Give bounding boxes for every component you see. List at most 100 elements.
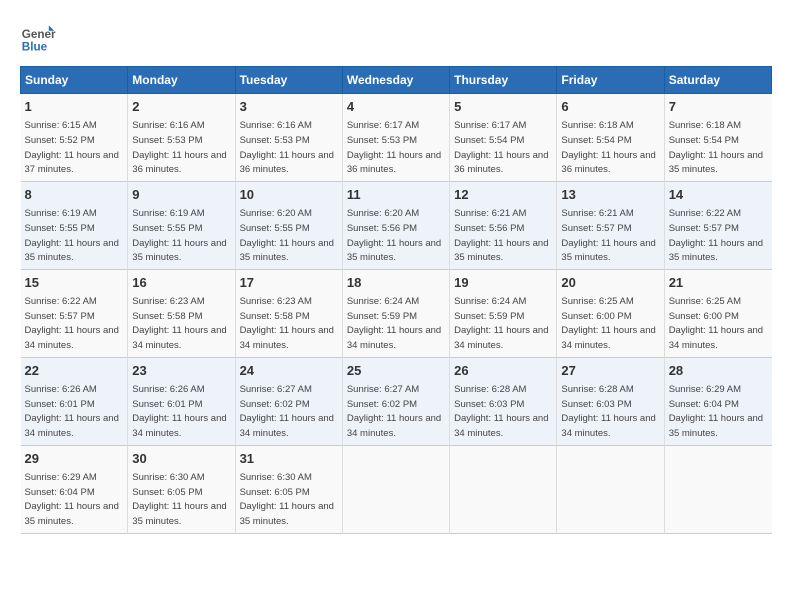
sunset-text: Sunset: 5:53 PM: [347, 135, 417, 146]
week-row-3: 15 Sunrise: 6:22 AM Sunset: 5:57 PM Dayl…: [21, 269, 772, 357]
day-cell: 9 Sunrise: 6:19 AM Sunset: 5:55 PM Dayli…: [128, 181, 235, 269]
day-number: 20: [561, 274, 659, 292]
day-cell: 16 Sunrise: 6:23 AM Sunset: 5:58 PM Dayl…: [128, 269, 235, 357]
sunset-text: Sunset: 5:59 PM: [347, 311, 417, 322]
daylight-text: Daylight: 11 hours and 35 minutes.: [132, 501, 226, 527]
day-number: 21: [669, 274, 768, 292]
day-number: 25: [347, 362, 445, 380]
sunrise-text: Sunrise: 6:22 AM: [25, 296, 97, 307]
daylight-text: Daylight: 11 hours and 37 minutes.: [25, 150, 119, 176]
day-cell: 22 Sunrise: 6:26 AM Sunset: 6:01 PM Dayl…: [21, 357, 128, 445]
day-number: 29: [25, 450, 124, 468]
column-header-saturday: Saturday: [664, 67, 771, 94]
daylight-text: Daylight: 11 hours and 35 minutes.: [347, 238, 441, 264]
day-number: 4: [347, 98, 445, 116]
day-cell: 24 Sunrise: 6:27 AM Sunset: 6:02 PM Dayl…: [235, 357, 342, 445]
daylight-text: Daylight: 11 hours and 34 minutes.: [132, 413, 226, 439]
week-row-1: 1 Sunrise: 6:15 AM Sunset: 5:52 PM Dayli…: [21, 94, 772, 182]
day-cell: 7 Sunrise: 6:18 AM Sunset: 5:54 PM Dayli…: [664, 94, 771, 182]
day-number: 11: [347, 186, 445, 204]
sunset-text: Sunset: 5:54 PM: [561, 135, 631, 146]
day-cell: 3 Sunrise: 6:16 AM Sunset: 5:53 PM Dayli…: [235, 94, 342, 182]
column-header-wednesday: Wednesday: [342, 67, 449, 94]
day-number: 13: [561, 186, 659, 204]
day-cell: 23 Sunrise: 6:26 AM Sunset: 6:01 PM Dayl…: [128, 357, 235, 445]
day-number: 23: [132, 362, 230, 380]
daylight-text: Daylight: 11 hours and 35 minutes.: [25, 501, 119, 527]
day-number: 8: [25, 186, 124, 204]
column-header-sunday: Sunday: [21, 67, 128, 94]
sunset-text: Sunset: 5:55 PM: [240, 223, 310, 234]
sunrise-text: Sunrise: 6:19 AM: [132, 208, 204, 219]
day-cell: [342, 445, 449, 533]
sunrise-text: Sunrise: 6:26 AM: [132, 384, 204, 395]
sunset-text: Sunset: 6:02 PM: [347, 399, 417, 410]
daylight-text: Daylight: 11 hours and 35 minutes.: [240, 501, 334, 527]
day-number: 9: [132, 186, 230, 204]
daylight-text: Daylight: 11 hours and 35 minutes.: [561, 238, 655, 264]
calendar-table: SundayMondayTuesdayWednesdayThursdayFrid…: [20, 66, 772, 534]
daylight-text: Daylight: 11 hours and 34 minutes.: [454, 413, 548, 439]
column-header-tuesday: Tuesday: [235, 67, 342, 94]
day-number: 7: [669, 98, 768, 116]
daylight-text: Daylight: 11 hours and 34 minutes.: [132, 325, 226, 351]
daylight-text: Daylight: 11 hours and 36 minutes.: [132, 150, 226, 176]
day-cell: 12 Sunrise: 6:21 AM Sunset: 5:56 PM Dayl…: [450, 181, 557, 269]
sunset-text: Sunset: 6:03 PM: [454, 399, 524, 410]
sunset-text: Sunset: 6:02 PM: [240, 399, 310, 410]
sunrise-text: Sunrise: 6:27 AM: [240, 384, 312, 395]
sunrise-text: Sunrise: 6:18 AM: [669, 120, 741, 131]
daylight-text: Daylight: 11 hours and 35 minutes.: [669, 413, 763, 439]
daylight-text: Daylight: 11 hours and 35 minutes.: [454, 238, 548, 264]
sunset-text: Sunset: 6:01 PM: [25, 399, 95, 410]
column-header-monday: Monday: [128, 67, 235, 94]
sunrise-text: Sunrise: 6:29 AM: [669, 384, 741, 395]
day-number: 5: [454, 98, 552, 116]
day-cell: 14 Sunrise: 6:22 AM Sunset: 5:57 PM Dayl…: [664, 181, 771, 269]
day-cell: 21 Sunrise: 6:25 AM Sunset: 6:00 PM Dayl…: [664, 269, 771, 357]
logo-icon: General Blue: [20, 20, 56, 56]
sunset-text: Sunset: 5:57 PM: [561, 223, 631, 234]
day-cell: 18 Sunrise: 6:24 AM Sunset: 5:59 PM Dayl…: [342, 269, 449, 357]
sunrise-text: Sunrise: 6:17 AM: [454, 120, 526, 131]
sunrise-text: Sunrise: 6:21 AM: [561, 208, 633, 219]
sunrise-text: Sunrise: 6:30 AM: [240, 472, 312, 483]
day-cell: 13 Sunrise: 6:21 AM Sunset: 5:57 PM Dayl…: [557, 181, 664, 269]
daylight-text: Daylight: 11 hours and 36 minutes.: [561, 150, 655, 176]
daylight-text: Daylight: 11 hours and 34 minutes.: [240, 325, 334, 351]
daylight-text: Daylight: 11 hours and 34 minutes.: [25, 413, 119, 439]
sunset-text: Sunset: 6:05 PM: [132, 487, 202, 498]
day-cell: 5 Sunrise: 6:17 AM Sunset: 5:54 PM Dayli…: [450, 94, 557, 182]
day-cell: 26 Sunrise: 6:28 AM Sunset: 6:03 PM Dayl…: [450, 357, 557, 445]
day-number: 24: [240, 362, 338, 380]
header-row: SundayMondayTuesdayWednesdayThursdayFrid…: [21, 67, 772, 94]
day-number: 16: [132, 274, 230, 292]
day-cell: 19 Sunrise: 6:24 AM Sunset: 5:59 PM Dayl…: [450, 269, 557, 357]
page-header: General Blue: [20, 20, 772, 56]
day-number: 6: [561, 98, 659, 116]
day-cell: 31 Sunrise: 6:30 AM Sunset: 6:05 PM Dayl…: [235, 445, 342, 533]
day-cell: 15 Sunrise: 6:22 AM Sunset: 5:57 PM Dayl…: [21, 269, 128, 357]
day-cell: 11 Sunrise: 6:20 AM Sunset: 5:56 PM Dayl…: [342, 181, 449, 269]
sunrise-text: Sunrise: 6:20 AM: [347, 208, 419, 219]
day-number: 22: [25, 362, 124, 380]
sunset-text: Sunset: 5:53 PM: [240, 135, 310, 146]
daylight-text: Daylight: 11 hours and 35 minutes.: [240, 238, 334, 264]
sunset-text: Sunset: 5:59 PM: [454, 311, 524, 322]
day-number: 14: [669, 186, 768, 204]
daylight-text: Daylight: 11 hours and 36 minutes.: [240, 150, 334, 176]
sunrise-text: Sunrise: 6:26 AM: [25, 384, 97, 395]
sunset-text: Sunset: 5:56 PM: [347, 223, 417, 234]
svg-text:Blue: Blue: [22, 41, 48, 54]
sunset-text: Sunset: 5:57 PM: [669, 223, 739, 234]
sunrise-text: Sunrise: 6:29 AM: [25, 472, 97, 483]
day-number: 1: [25, 98, 124, 116]
sunrise-text: Sunrise: 6:19 AM: [25, 208, 97, 219]
day-cell: 25 Sunrise: 6:27 AM Sunset: 6:02 PM Dayl…: [342, 357, 449, 445]
sunrise-text: Sunrise: 6:15 AM: [25, 120, 97, 131]
day-number: 27: [561, 362, 659, 380]
daylight-text: Daylight: 11 hours and 34 minutes.: [561, 325, 655, 351]
sunrise-text: Sunrise: 6:18 AM: [561, 120, 633, 131]
sunrise-text: Sunrise: 6:21 AM: [454, 208, 526, 219]
day-number: 17: [240, 274, 338, 292]
